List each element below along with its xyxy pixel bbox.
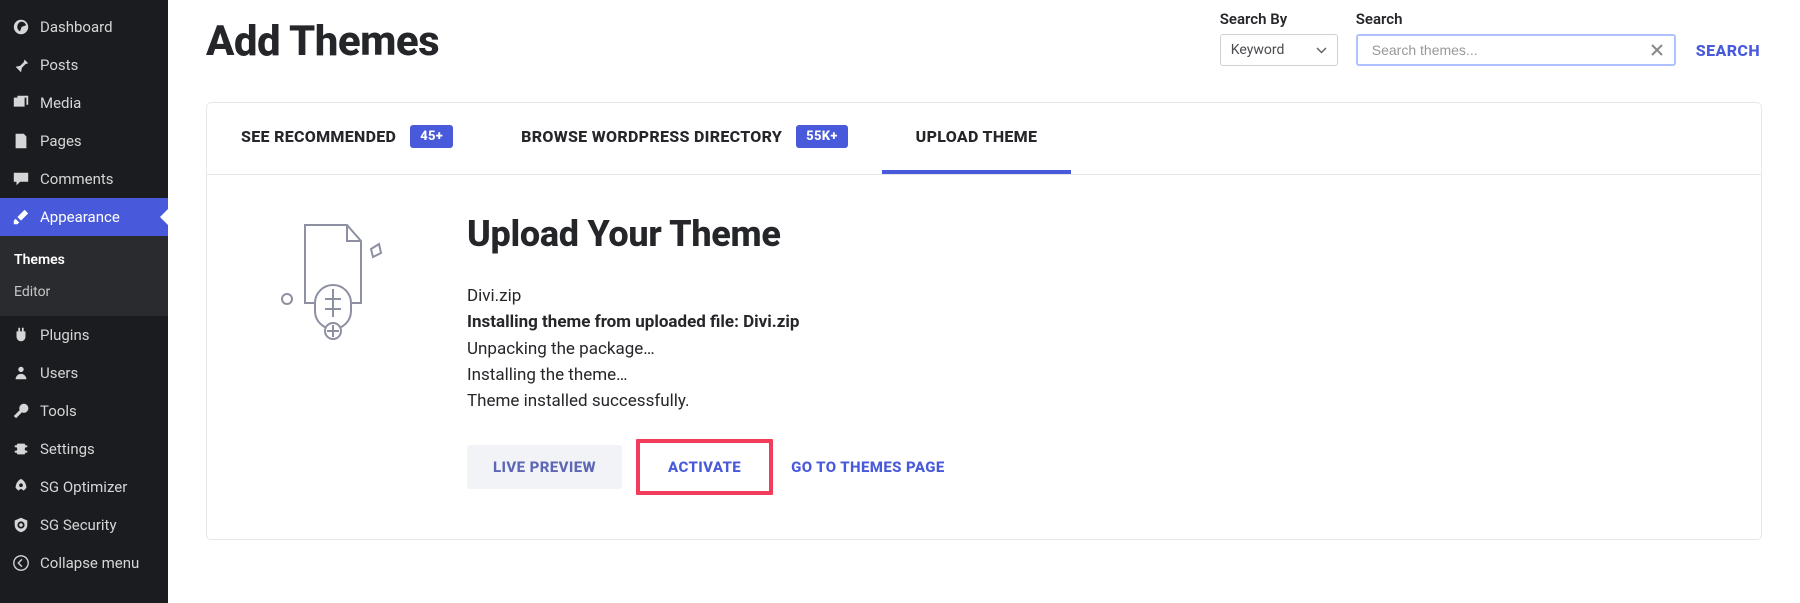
activate-button[interactable]: ACTIVATE — [642, 445, 767, 489]
tab-label: UPLOAD THEME — [916, 127, 1038, 146]
search-by-value: Keyword — [1231, 42, 1285, 58]
tab-browse-directory[interactable]: BROWSE WORDPRESS DIRECTORY 55K+ — [487, 103, 882, 174]
sidebar-item-label: Users — [40, 364, 78, 382]
search-label: Search — [1356, 10, 1676, 28]
upload-illustration-icon — [267, 213, 397, 343]
tab-recommended[interactable]: SEE RECOMMENDED 45+ — [207, 103, 487, 174]
sidebar-item-label: SG Optimizer — [40, 478, 127, 496]
tools-icon — [12, 402, 30, 420]
main-content: Add Themes Search By Keyword Search SEAR… — [168, 0, 1800, 603]
sidebar-item-label: Comments — [40, 170, 114, 188]
sidebar-item-label: Tools — [40, 402, 77, 420]
sidebar-item-label: Appearance — [40, 208, 120, 226]
search-input-wrap — [1356, 34, 1676, 66]
upload-tab-content: Upload Your Theme Divi.zip Installing th… — [207, 175, 1761, 539]
admin-sidebar: Dashboard Posts Media Pages Comments App… — [0, 0, 168, 603]
brush-icon — [12, 208, 30, 226]
plug-icon — [12, 326, 30, 344]
upload-title: Upload Your Theme — [467, 213, 1701, 255]
sidebar-item-collapse[interactable]: Collapse menu — [0, 544, 168, 582]
status-line-installing: Installing theme from uploaded file: Div… — [467, 309, 1701, 335]
rocket-icon — [12, 478, 30, 496]
sidebar-item-label: Media — [40, 94, 81, 112]
dashboard-icon — [12, 18, 30, 36]
activate-highlight: ACTIVATE — [636, 439, 773, 495]
search-by-group: Search By Keyword — [1220, 10, 1338, 66]
tab-label: BROWSE WORDPRESS DIRECTORY — [521, 127, 782, 146]
sidebar-item-label: Collapse menu — [40, 554, 139, 572]
close-icon[interactable] — [1648, 41, 1666, 59]
go-to-themes-link[interactable]: GO TO THEMES PAGE — [791, 458, 945, 476]
settings-icon — [12, 440, 30, 458]
tab-upload-theme[interactable]: UPLOAD THEME — [882, 103, 1072, 174]
search-group: Search — [1356, 10, 1676, 66]
search-area: Search By Keyword Search SEARCH — [1220, 10, 1762, 66]
topbar: Add Themes Search By Keyword Search SEAR… — [206, 10, 1762, 66]
search-by-label: Search By — [1220, 10, 1338, 28]
sidebar-item-settings[interactable]: Settings — [0, 430, 168, 468]
sidebar-item-media[interactable]: Media — [0, 84, 168, 122]
search-by-select[interactable]: Keyword — [1220, 34, 1338, 66]
sidebar-item-label: Plugins — [40, 326, 89, 344]
sidebar-item-sg-security[interactable]: SG Security — [0, 506, 168, 544]
sidebar-item-pages[interactable]: Pages — [0, 122, 168, 160]
search-button[interactable]: SEARCH — [1694, 35, 1762, 66]
pages-icon — [12, 132, 30, 150]
live-preview-button[interactable]: LIVE PREVIEW — [467, 445, 622, 489]
status-line-file: Divi.zip — [467, 283, 1701, 309]
sidebar-item-posts[interactable]: Posts — [0, 46, 168, 84]
sidebar-item-label: Settings — [40, 440, 95, 458]
tab-badge: 45+ — [410, 125, 453, 148]
users-icon — [12, 364, 30, 382]
sidebar-item-appearance[interactable]: Appearance — [0, 198, 168, 236]
page-title: Add Themes — [206, 17, 439, 66]
comments-icon — [12, 170, 30, 188]
status-line-installing-theme: Installing the theme… — [467, 362, 1701, 388]
media-icon — [12, 94, 30, 112]
pin-icon — [12, 56, 30, 74]
collapse-icon — [12, 554, 30, 572]
shield-gear-icon — [12, 516, 30, 534]
sidebar-item-label: Pages — [40, 132, 82, 150]
chevron-down-icon — [1316, 42, 1327, 58]
tabs-bar: SEE RECOMMENDED 45+ BROWSE WORDPRESS DIR… — [207, 103, 1761, 175]
sidebar-item-users[interactable]: Users — [0, 354, 168, 392]
sidebar-item-comments[interactable]: Comments — [0, 160, 168, 198]
status-line-success: Theme installed successfully. — [467, 388, 1701, 414]
sidebar-item-dashboard[interactable]: Dashboard — [0, 8, 168, 46]
sidebar-item-tools[interactable]: Tools — [0, 392, 168, 430]
sidebar-sub-themes[interactable]: Themes — [0, 244, 168, 276]
sidebar-item-label: Dashboard — [40, 18, 113, 36]
sidebar-sub-editor[interactable]: Editor — [0, 276, 168, 308]
sidebar-item-label: SG Security — [40, 516, 117, 534]
upload-status: Divi.zip Installing theme from uploaded … — [467, 283, 1701, 415]
search-input[interactable] — [1358, 36, 1674, 64]
sidebar-item-sg-optimizer[interactable]: SG Optimizer — [0, 468, 168, 506]
sidebar-item-label: Posts — [40, 56, 78, 74]
tab-badge: 55K+ — [796, 125, 848, 148]
tab-label: SEE RECOMMENDED — [241, 127, 396, 146]
sidebar-item-plugins[interactable]: Plugins — [0, 316, 168, 354]
upload-actions: LIVE PREVIEW ACTIVATE GO TO THEMES PAGE — [467, 439, 1701, 495]
sidebar-submenu: Themes Editor — [0, 236, 168, 316]
upload-body: Upload Your Theme Divi.zip Installing th… — [467, 213, 1701, 495]
status-line-unpacking: Unpacking the package… — [467, 336, 1701, 362]
themes-panel: SEE RECOMMENDED 45+ BROWSE WORDPRESS DIR… — [206, 102, 1762, 540]
